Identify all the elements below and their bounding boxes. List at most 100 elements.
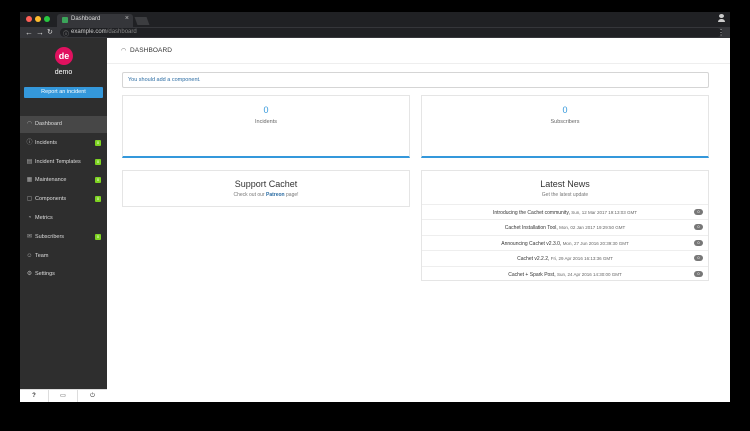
news-title: Latest News [540, 179, 590, 189]
page-title: DASHBOARD [130, 47, 173, 54]
news-item-date: Sun, 12 Mar 2017 19:13:03 GMT [571, 210, 638, 215]
news-item-text: Announcing Cachet v2.3.0, Mon, 27 Jun 20… [422, 241, 708, 247]
news-item[interactable]: Cachet v2.2.2, Fri, 29 Apr 2016 16:13:36… [422, 250, 708, 265]
incidents-label: Incidents [254, 119, 277, 125]
sidebar-item-incidents[interactable]: ⓘ Incidents 0 [20, 135, 107, 152]
sidebar-item-label: Incident Templates [35, 158, 81, 165]
close-window-icon[interactable] [26, 16, 32, 22]
browser-window: Dashboard × ← → ↻ ⓘ example.com/dashboar… [20, 12, 730, 402]
news-item[interactable]: Introducing the Cachet community, Sun, 1… [422, 204, 708, 219]
component-icon: ▢ [26, 196, 33, 203]
status-page-icon[interactable]: ▭ [49, 390, 78, 402]
alert-icon: ⓘ [26, 139, 33, 146]
main-content: ◠ DASHBOARD You should add a component. … [107, 38, 730, 402]
news-item[interactable]: Cachet + Spark Post, Sun, 24 Apr 2016 14… [422, 265, 708, 281]
news-item[interactable]: Cachet Installation Tool, Mon, 02 Jan 20… [422, 219, 708, 234]
maximize-window-icon[interactable] [44, 16, 50, 22]
sidebar-item-incident-templates[interactable]: ▤ Incident Templates 0 [20, 154, 107, 171]
info-alert: You should add a component. [122, 72, 709, 88]
back-icon[interactable]: ← [25, 28, 33, 37]
count-badge: 0 [95, 177, 101, 184]
report-incident-button[interactable]: Report an incident [24, 87, 103, 98]
sidebar-item-label: Incidents [35, 139, 58, 146]
news-item-date: Sun, 24 Apr 2016 14:30:00 GMT [556, 271, 622, 277]
news-item-title: Cachet Installation Tool, [504, 225, 558, 232]
count-badge: 0 [95, 158, 101, 165]
patreon-link[interactable]: Patreon [266, 192, 285, 198]
sidebar: de demo Report an incident ◠ Dashboard ⓘ In… [20, 38, 107, 402]
address-bar-row: ← → ↻ ⓘ example.com/dashboard ⋮ [20, 27, 730, 38]
new-tab-button[interactable] [134, 17, 150, 25]
logout-icon[interactable]: ⏻ [78, 390, 107, 402]
subscribers-count: 0 [562, 105, 568, 115]
news-count-badge: 0 [694, 224, 703, 231]
sidebar-item-subscribers[interactable]: ✉ Subscribers 0 [20, 229, 107, 246]
sidebar-item-label: Dashboard [35, 121, 62, 127]
page-info-icon[interactable]: ⓘ [63, 29, 69, 38]
minimize-window-icon[interactable] [35, 16, 41, 22]
news-count-badge: 0 [694, 255, 703, 262]
browser-menu-icon[interactable]: ⋮ [717, 28, 725, 37]
incidents-stat[interactable]: 0 Incidents [122, 95, 410, 158]
subscribers-label: Subscribers [550, 119, 580, 125]
url-path: /dashboard [106, 29, 137, 35]
favicon-icon [62, 17, 68, 23]
url-text: example.com/dashboard [71, 29, 137, 35]
username: demo [54, 69, 73, 76]
news-item-text: Cachet v2.2.2, Fri, 29 Apr 2016 16:13:36… [422, 256, 708, 262]
mail-icon: ✉ [26, 233, 33, 240]
template-icon: ▤ [26, 158, 33, 165]
page-header: ◠ DASHBOARD [107, 38, 730, 64]
subscribers-stat[interactable]: 0 Subscribers [421, 95, 709, 158]
reload-icon[interactable]: ↻ [47, 28, 53, 37]
sidebar-item-metrics[interactable]: ◔ Metrics [20, 210, 107, 227]
news-item-text: Introducing the Cachet community, Sun, 1… [422, 210, 708, 216]
calendar-icon: ▦ [26, 177, 33, 184]
news-item-title: Cachet v2.2.2, [517, 256, 550, 263]
news-count-badge: 0 [694, 209, 703, 215]
support-title: Support Cachet [234, 179, 298, 189]
news-item[interactable]: Announcing Cachet v2.3.0, Mon, 27 Jun 20… [422, 234, 708, 250]
news-item-date: Fri, 29 Apr 2016 16:13:36 GMT [550, 256, 613, 262]
help-icon[interactable]: ? [20, 390, 49, 402]
news-item-title: Cachet + Spark Post, [508, 271, 556, 278]
news-item-date: Mon, 02 Jan 2017 19:29:50 GMT [559, 225, 626, 231]
sidebar-item-settings[interactable]: ⚙ Settings [20, 266, 107, 283]
news-item-text: Cachet Installation Tool, Mon, 02 Jan 20… [422, 225, 708, 231]
avatar[interactable]: de [55, 47, 73, 65]
url-input[interactable]: ⓘ example.com/dashboard [60, 28, 722, 38]
count-badge: 0 [95, 196, 101, 203]
browser-tab[interactable]: Dashboard × [57, 14, 133, 27]
sidebar-item-label: Team [35, 252, 49, 259]
sidebar-item-label: Settings [35, 271, 55, 278]
news-subtitle: Get the latest update [541, 192, 589, 198]
news-item-title: Announcing Cachet v2.3.0, [501, 240, 562, 247]
sidebar-item-team[interactable]: ☺ Team [20, 248, 107, 265]
gear-icon: ⚙ [26, 271, 33, 278]
dashboard-icon: ◠ [121, 48, 127, 54]
news-count-badge: 0 [694, 239, 703, 246]
sidebar-item-components[interactable]: ▢ Components 0 [20, 191, 107, 208]
sidebar-item-label: Maintenance [35, 177, 67, 184]
news-item-text: Cachet + Spark Post, Sun, 24 Apr 2016 14… [422, 272, 708, 278]
support-text-after: page! [284, 192, 299, 198]
alert-text: You should add a component. [128, 77, 201, 83]
browser-tab-bar: Dashboard × [20, 12, 730, 27]
count-badge: 0 [95, 139, 101, 146]
news-item-date: Mon, 27 Jun 2016 20:39:30 GMT [562, 240, 629, 246]
sidebar-item-dashboard[interactable]: ◠ Dashboard [20, 116, 107, 133]
support-text-before: Check out our [233, 192, 266, 198]
close-tab-icon[interactable]: × [125, 15, 129, 22]
dashboard-icon: ◠ [26, 121, 33, 127]
url-host: example.com [71, 29, 107, 35]
support-text: Check out our Patreon page! [123, 192, 409, 198]
sidebar-item-label: Components [35, 196, 67, 203]
sidebar-footer: ? ▭ ⏻ [20, 389, 107, 402]
profile-icon[interactable] [717, 14, 725, 23]
browser-tab-title: Dashboard [71, 16, 101, 22]
support-panel: Support Cachet Check out our Patreon pag… [122, 170, 410, 207]
forward-icon[interactable]: → [36, 28, 44, 37]
sidebar-item-maintenance[interactable]: ▦ Maintenance 0 [20, 172, 107, 189]
news-item-title: Introducing the Cachet community, [492, 210, 570, 216]
news-count-badge: 0 [694, 270, 703, 277]
